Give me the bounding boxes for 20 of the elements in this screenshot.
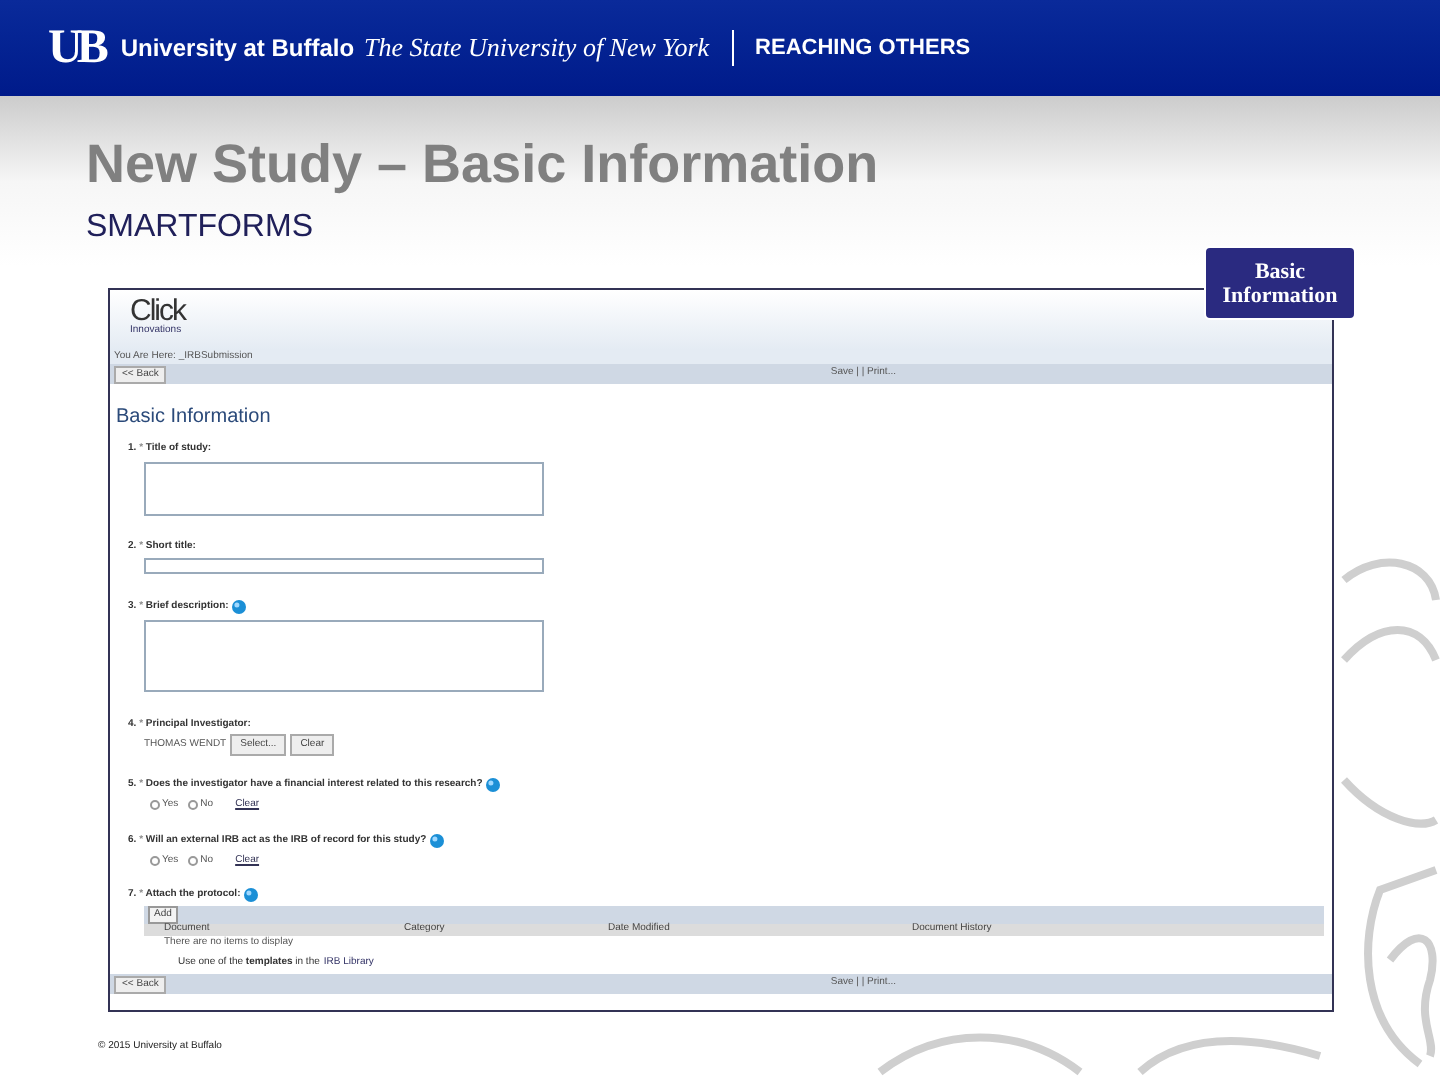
university-subtitle: The State University of New York <box>364 30 710 67</box>
logo: UB <box>48 24 103 72</box>
tagline: REACHING OTHERS <box>755 33 971 64</box>
section-heading: Basic Information <box>116 404 273 432</box>
section-badge: Basic Information <box>1204 246 1356 320</box>
text-area[interactable] <box>144 461 544 515</box>
info-icon[interactable] <box>430 834 445 849</box>
radio-button[interactable] <box>188 799 199 810</box>
slide-subtitle: SMARTFORMS <box>86 208 315 248</box>
radio-button[interactable] <box>150 799 160 810</box>
slide-title: New Study – Basic Information <box>86 132 881 196</box>
click-logo: Click <box>130 296 189 326</box>
university-name: University at Buffalo <box>120 32 355 66</box>
radio-button[interactable] <box>150 855 160 866</box>
info-icon[interactable] <box>232 600 247 615</box>
text-area[interactable] <box>144 619 544 691</box>
input-field[interactable] <box>144 558 544 574</box>
radio-button[interactable] <box>188 855 199 866</box>
info-icon[interactable] <box>486 778 501 793</box>
info-icon[interactable] <box>244 888 259 903</box>
